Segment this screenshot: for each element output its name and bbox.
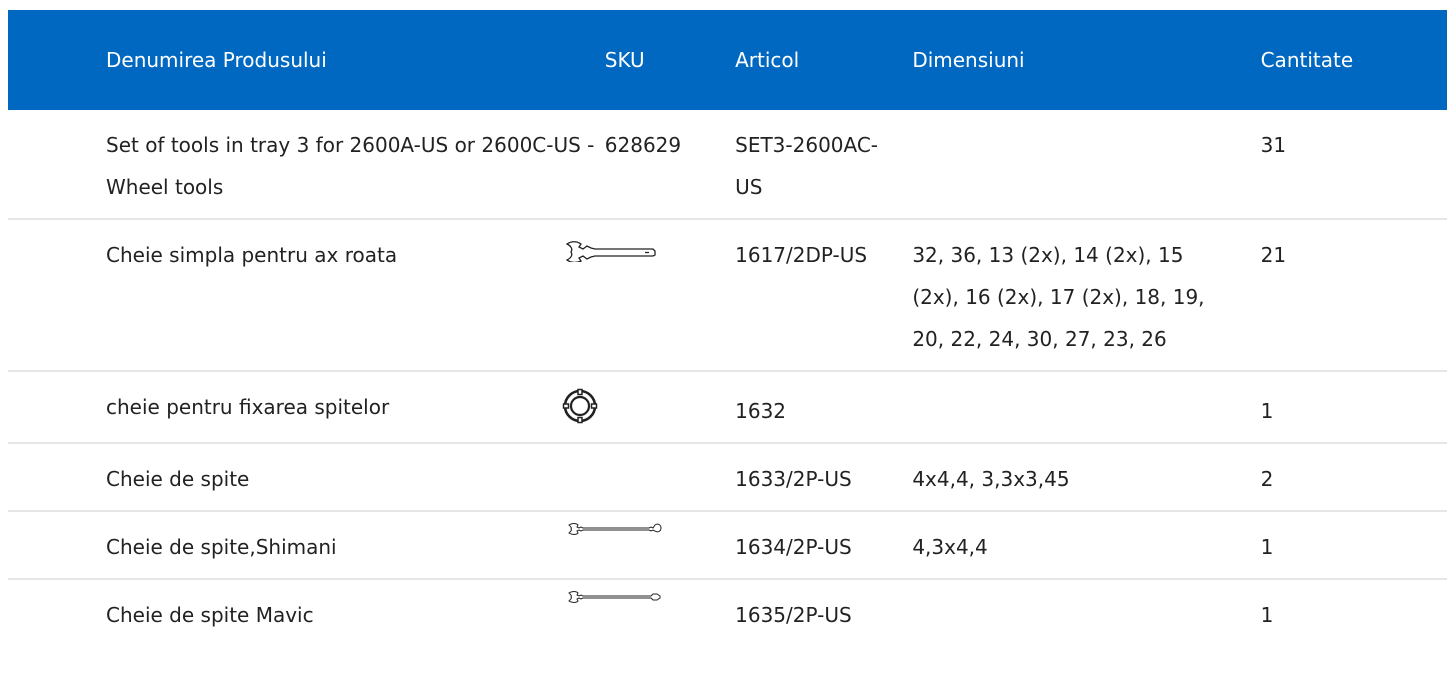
product-name: Cheie de spite,Shimani	[106, 535, 337, 559]
product-name: Set of tools in tray 3 for 2600A-US or 2…	[106, 133, 595, 199]
table-body: Set of tools in tray 3 for 2600A-US or 2…	[8, 110, 1447, 646]
product-dimensions: 4x4,4, 3,3x3,45	[912, 467, 1070, 491]
table-row: Set of tools in tray 3 for 2600A-US or 2…	[8, 110, 1447, 219]
product-dimensions: 4,3x4,4	[912, 535, 988, 559]
product-article: 1632	[735, 399, 787, 423]
product-quantity: 1	[1260, 603, 1274, 627]
product-dimensions: 32, 36, 13 (2x), 14 (2x), 15 (2x), 16 (2…	[912, 243, 1205, 351]
product-table-container: Denumirea Produsului SKU Articol Dimensi…	[8, 10, 1447, 646]
ring-spoke-key-icon	[562, 388, 598, 424]
table-row: cheie pentru fixarea spitelor 1632 1	[8, 370, 1447, 443]
table-row: Cheie simpla pentru ax roata 1617/2DP-US…	[8, 218, 1447, 371]
product-name: cheie pentru fixarea spitelor	[106, 395, 390, 419]
product-quantity: 1	[1260, 535, 1274, 559]
product-sku: 628629	[604, 133, 682, 157]
product-article: 1635/2P-US	[735, 603, 852, 627]
product-quantity: 31	[1260, 133, 1287, 157]
product-table: Denumirea Produsului SKU Articol Dimensi…	[8, 10, 1447, 646]
product-quantity: 2	[1260, 467, 1274, 491]
product-name: Cheie de spite Mavic	[106, 603, 314, 627]
product-quantity: 1	[1260, 399, 1274, 423]
double-end-spoke-wrench-icon	[567, 523, 662, 535]
table-row: Cheie de spite 1633/2P-US 4x4,4, 3,3x3,4…	[8, 442, 1447, 511]
header-sku[interactable]: SKU	[605, 10, 735, 110]
product-name: Cheie simpla pentru ax roata	[106, 243, 398, 267]
header-row: Denumirea Produsului SKU Articol Dimensi…	[8, 10, 1447, 110]
header-name[interactable]: Denumirea Produsului	[8, 10, 605, 110]
product-article: 1617/2DP-US	[735, 243, 868, 267]
header-quantity[interactable]: Cantitate	[1261, 10, 1447, 110]
product-quantity: 21	[1260, 243, 1287, 267]
table-row: Cheie de spite Mavic 1635/2P-US 1	[8, 578, 1447, 646]
product-dimensions	[912, 580, 1260, 604]
product-article: 1634/2P-US	[735, 535, 852, 559]
header-article[interactable]: Articol	[735, 10, 912, 110]
product-dimensions	[912, 110, 1260, 134]
table-row: Cheie de spite,Shimani 1634/2P-US 4,3x4,…	[8, 510, 1447, 579]
product-article: SET3-2600AC-US	[735, 133, 879, 199]
table-header: Denumirea Produsului SKU Articol Dimensi…	[8, 10, 1447, 110]
product-name: Cheie de spite	[106, 467, 250, 491]
product-article: 1633/2P-US	[735, 467, 852, 491]
header-dimensions[interactable]: Dimensiuni	[912, 10, 1260, 110]
mavic-spoke-wrench-icon	[567, 591, 661, 603]
product-dimensions	[912, 372, 1260, 396]
open-end-wrench-icon	[565, 241, 656, 262]
